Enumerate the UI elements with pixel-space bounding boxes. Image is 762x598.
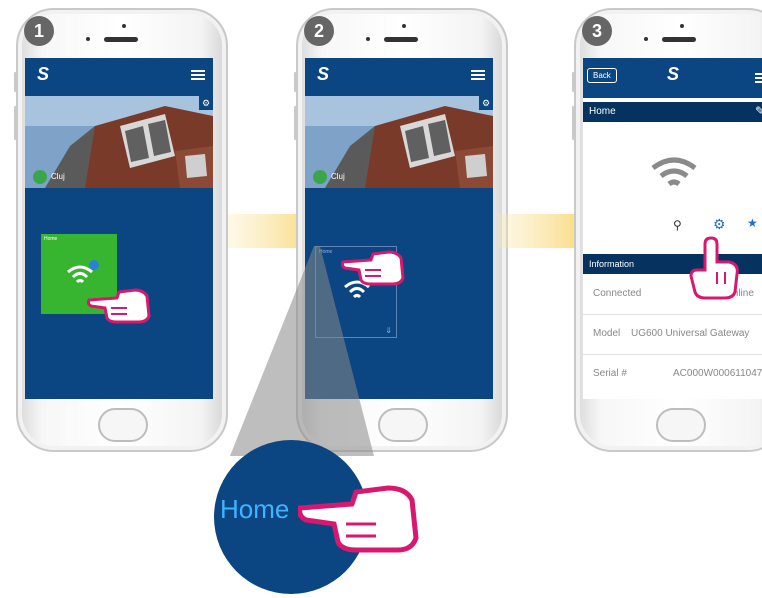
info-row-model: Model UG600 Universal Gateway <box>583 314 762 354</box>
zoom-label: Home <box>220 494 290 524</box>
phone-3-screen: Back S Home ✎ ⚲ ⚙ ★ Information Connecte… <box>583 58 762 399</box>
wifi-icon <box>651 157 697 187</box>
step-badge-1: 1 <box>24 16 54 46</box>
menu-icon[interactable] <box>471 70 485 80</box>
row-value: AC000W000611047 <box>673 368 762 379</box>
pencil-icon[interactable]: ✎ <box>755 104 762 118</box>
speaker <box>104 37 138 42</box>
checkmark-icon <box>33 170 47 184</box>
speaker <box>384 37 418 42</box>
row-value: UG600 Universal Gateway <box>631 328 750 339</box>
step-badge-3: 3 <box>582 16 612 46</box>
menu-icon[interactable] <box>755 73 762 83</box>
pointing-hand-icon <box>298 485 419 553</box>
location-photo[interactable]: ⚙ Cluj <box>25 96 213 188</box>
side-button <box>14 72 17 92</box>
selected-check-icon <box>89 260 99 270</box>
phone-1: S ⚙ Cluj Home <box>14 8 228 452</box>
location-photo[interactable]: ⚙ Cluj <box>305 96 493 188</box>
side-button <box>294 72 297 92</box>
tile-label: Home <box>44 236 58 242</box>
location-name: Cluj <box>51 172 65 181</box>
pointing-hand-icon <box>87 288 151 324</box>
location-name: Cluj <box>331 172 345 181</box>
search-icon[interactable]: ⚲ <box>673 218 682 232</box>
home-button <box>98 408 148 442</box>
side-button <box>572 106 575 140</box>
speaker-dot <box>122 24 126 28</box>
row-label: Serial # <box>593 368 627 379</box>
speaker-dot <box>402 24 406 28</box>
pointing-hand-icon <box>689 236 739 300</box>
settings-gear-icon[interactable]: ⚙ <box>199 96 213 110</box>
checkmark-icon <box>313 170 327 184</box>
speaker-dot <box>680 24 684 28</box>
side-button <box>294 106 297 140</box>
settings-gear-icon[interactable]: ⚙ <box>713 216 726 233</box>
camera <box>366 37 370 41</box>
home-button <box>656 408 706 442</box>
app-logo-icon: S <box>37 64 50 84</box>
info-row-serial: Serial # AC000W000611047 <box>583 354 762 394</box>
phone-1-screen: S ⚙ Cluj Home <box>25 58 213 399</box>
side-button <box>14 106 17 140</box>
step-badge-2: 2 <box>304 16 334 46</box>
camera <box>644 37 648 41</box>
camera <box>86 37 90 41</box>
row-label: Model <box>593 328 621 339</box>
app-logo-icon: S <box>317 64 330 84</box>
speaker <box>662 37 696 42</box>
pin-icon[interactable]: ★ <box>747 216 758 230</box>
menu-icon[interactable] <box>191 70 205 80</box>
phone-3: Back S Home ✎ ⚲ ⚙ ★ Information Connecte… <box>572 8 762 452</box>
settings-gear-icon[interactable]: ⚙ <box>479 96 493 110</box>
device-title-bar: Home ✎ <box>583 102 762 122</box>
side-button <box>572 72 575 92</box>
app-logo-icon: S <box>667 64 680 84</box>
device-title: Home <box>589 106 616 117</box>
back-button[interactable]: Back <box>587 68 617 83</box>
row-label: Connected <box>593 288 642 299</box>
app-header: Back S <box>583 58 762 98</box>
information-label: Information <box>589 259 635 269</box>
